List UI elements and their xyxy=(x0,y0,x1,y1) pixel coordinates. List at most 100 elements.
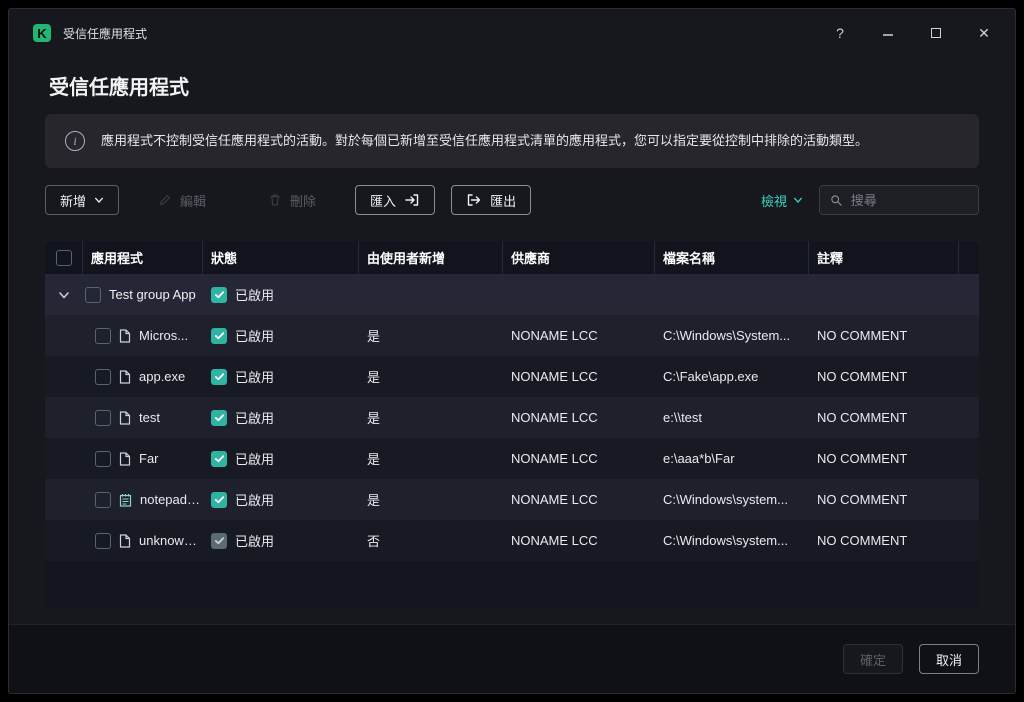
view-dropdown-label: 檢視 xyxy=(761,191,787,210)
add-button[interactable]: 新增 xyxy=(45,185,119,215)
ok-button[interactable]: 確定 xyxy=(843,644,903,674)
status-label: 已啟用 xyxy=(235,408,274,427)
added-by-user: 是 xyxy=(359,326,503,345)
added-by-user: 是 xyxy=(359,367,503,386)
vendor: NONAME LCC xyxy=(503,533,655,548)
status-label: 已啟用 xyxy=(235,367,274,386)
file-icon xyxy=(119,329,131,343)
chevron-down-icon xyxy=(793,195,803,205)
table-row[interactable]: app.exe 已啟用 是 NONAME LCC C:\Fake\app.exe… xyxy=(45,356,979,397)
window-title: 受信任應用程式 xyxy=(63,25,147,42)
col-file-name[interactable]: 檔案名稱 xyxy=(655,241,809,274)
import-button[interactable]: 匯入 xyxy=(355,185,435,215)
applications-table: 應用程式 狀態 由使用者新增 供應商 檔案名稱 註釋 Test group Ap… xyxy=(45,241,979,608)
chevron-down-icon xyxy=(94,195,104,205)
app-name: notepad.e... xyxy=(140,492,203,507)
table-row[interactable]: Far 已啟用 是 NONAME LCC e:\aaa*b\Far NO COM… xyxy=(45,438,979,479)
app-name: Micros... xyxy=(139,328,188,343)
table-row[interactable]: Micros... 已啟用 是 NONAME LCC C:\Windows\Sy… xyxy=(45,315,979,356)
app-window: K 受信任應用程式 ? ✕ 受信任應用程式 i 應用程式不控制受信任應用程式的活… xyxy=(8,8,1016,694)
info-icon: i xyxy=(65,131,85,151)
minimize-button[interactable] xyxy=(879,24,897,42)
edit-button-label: 編輯 xyxy=(180,191,206,210)
app-name: Far xyxy=(139,451,159,466)
status-label: 已啟用 xyxy=(235,531,274,550)
comment: NO COMMENT xyxy=(809,328,959,343)
page-title: 受信任應用程式 xyxy=(9,57,1015,104)
kaspersky-logo-icon: K xyxy=(33,24,51,42)
app-name: unknown.... xyxy=(139,533,203,548)
edit-button[interactable]: 編輯 xyxy=(143,185,221,215)
table-row[interactable]: test 已啟用 是 NONAME LCC e:\\test NO COMMEN… xyxy=(45,397,979,438)
file-icon xyxy=(119,534,131,548)
status-label: 已啟用 xyxy=(235,285,274,304)
added-by-user: 是 xyxy=(359,408,503,427)
col-status[interactable]: 狀態 xyxy=(203,241,359,274)
file-name: C:\Windows\system... xyxy=(655,533,809,548)
trash-icon xyxy=(268,193,282,207)
col-application[interactable]: 應用程式 xyxy=(83,241,203,274)
status-checkbox[interactable] xyxy=(211,328,227,344)
comment: NO COMMENT xyxy=(809,369,959,384)
pencil-icon xyxy=(158,193,172,207)
status-label: 已啟用 xyxy=(235,449,274,468)
status-checkbox[interactable] xyxy=(211,492,227,508)
app-name: test xyxy=(139,410,160,425)
table-row[interactable]: unknown.... 已啟用 否 NONAME LCC C:\Windows\… xyxy=(45,520,979,561)
file-name: C:\Fake\app.exe xyxy=(655,369,809,384)
import-button-label: 匯入 xyxy=(370,191,396,210)
row-select-checkbox[interactable] xyxy=(95,492,111,508)
search-input[interactable] xyxy=(851,193,968,208)
added-by-user: 否 xyxy=(359,531,503,550)
file-name: C:\Windows\System... xyxy=(655,328,809,343)
row-select-checkbox[interactable] xyxy=(95,369,111,385)
maximize-button[interactable] xyxy=(927,24,945,42)
info-banner-text: 應用程式不控制受信任應用程式的活動。對於每個已新增至受信任應用程式清單的應用程式… xyxy=(101,131,868,151)
group-row[interactable]: Test group App 已啟用 xyxy=(45,274,979,315)
vendor: NONAME LCC xyxy=(503,492,655,507)
file-name: e:\aaa*b\Far xyxy=(655,451,809,466)
row-select-checkbox[interactable] xyxy=(95,410,111,426)
collapse-chevron-icon[interactable] xyxy=(58,289,70,301)
delete-button[interactable]: 刪除 xyxy=(253,185,331,215)
help-button[interactable]: ? xyxy=(831,24,849,42)
file-name: C:\Windows\system... xyxy=(655,492,809,507)
status-checkbox-disabled xyxy=(211,533,227,549)
status-checkbox[interactable] xyxy=(211,369,227,385)
row-select-checkbox[interactable] xyxy=(95,451,111,467)
table-row[interactable]: notepad.e... 已啟用 是 NONAME LCC C:\Windows… xyxy=(45,479,979,520)
vendor: NONAME LCC xyxy=(503,410,655,425)
added-by-user: 是 xyxy=(359,449,503,468)
comment: NO COMMENT xyxy=(809,451,959,466)
status-label: 已啟用 xyxy=(235,326,274,345)
import-icon xyxy=(404,192,420,208)
titlebar: K 受信任應用程式 ? ✕ xyxy=(9,9,1015,57)
status-checkbox[interactable] xyxy=(211,287,227,303)
export-button-label: 匯出 xyxy=(490,191,516,210)
file-icon xyxy=(119,411,131,425)
row-select-checkbox[interactable] xyxy=(95,533,111,549)
cancel-button[interactable]: 取消 xyxy=(919,644,979,674)
comment: NO COMMENT xyxy=(809,492,959,507)
row-select-checkbox[interactable] xyxy=(85,287,101,303)
file-name: e:\\test xyxy=(655,410,809,425)
footer: 確定 取消 xyxy=(9,624,1015,693)
notepad-icon xyxy=(119,493,132,507)
col-added-by-user[interactable]: 由使用者新增 xyxy=(359,241,503,274)
delete-button-label: 刪除 xyxy=(290,191,316,210)
search-icon xyxy=(830,193,843,208)
added-by-user: 是 xyxy=(359,490,503,509)
status-checkbox[interactable] xyxy=(211,451,227,467)
col-vendor[interactable]: 供應商 xyxy=(503,241,655,274)
view-dropdown[interactable]: 檢視 xyxy=(761,191,803,210)
app-name: app.exe xyxy=(139,369,185,384)
row-select-checkbox[interactable] xyxy=(95,328,111,344)
close-button[interactable]: ✕ xyxy=(975,24,993,42)
status-checkbox[interactable] xyxy=(211,410,227,426)
maximize-icon xyxy=(931,28,941,38)
select-all-checkbox[interactable] xyxy=(56,250,72,266)
vendor: NONAME LCC xyxy=(503,328,655,343)
toolbar: 新增 編輯 刪除 匯入 匯出 檢視 xyxy=(45,184,979,216)
export-button[interactable]: 匯出 xyxy=(451,185,531,215)
col-comment[interactable]: 註釋 xyxy=(809,241,959,274)
